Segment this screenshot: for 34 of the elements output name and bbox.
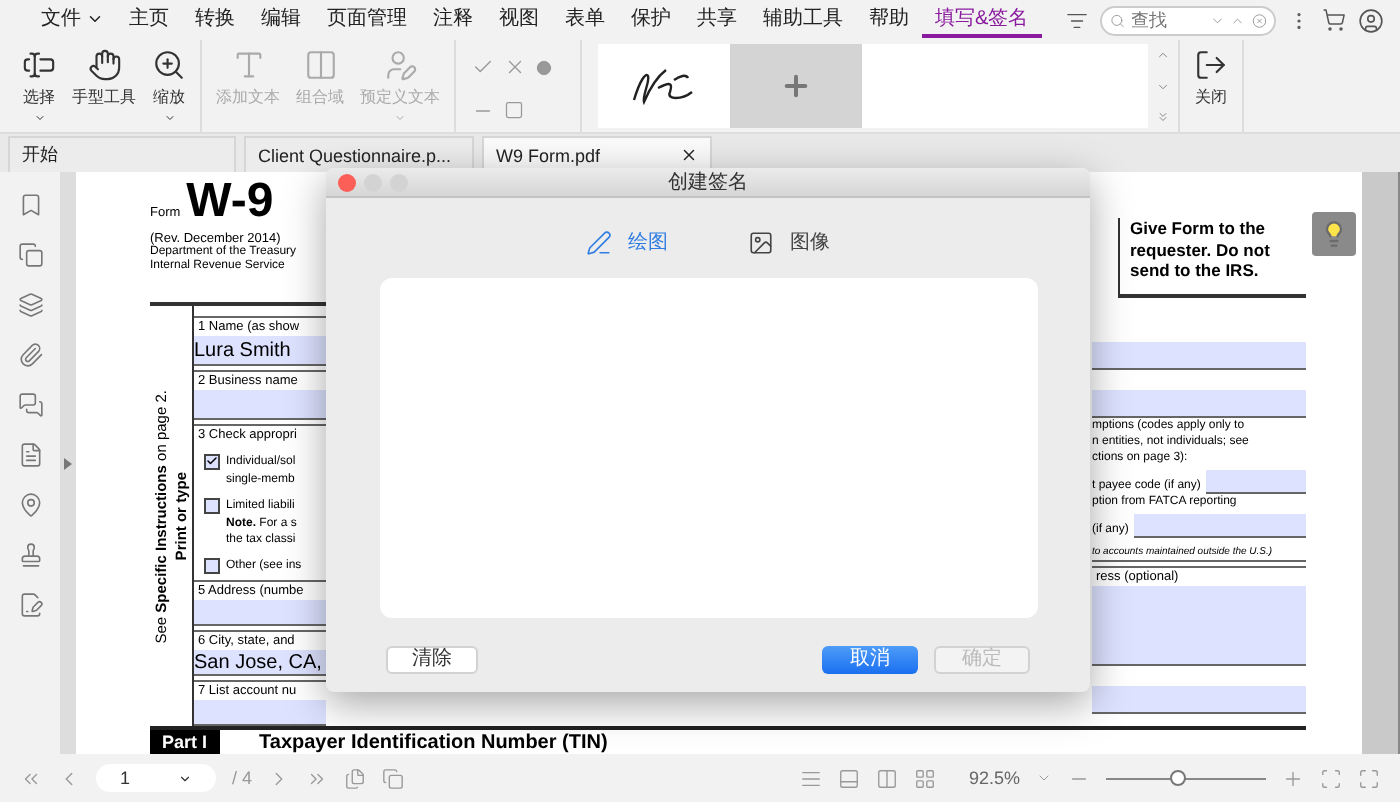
part-label: Part I bbox=[150, 730, 220, 754]
form-number: W-9 bbox=[186, 178, 274, 226]
menu-item[interactable]: 共享 bbox=[684, 2, 750, 38]
dialog-title: 创建签名 bbox=[668, 169, 748, 196]
instruction-text: Give Form to the requester. Do not send to the IRS. bbox=[1118, 218, 1306, 298]
dialog-button[interactable]: 取消 bbox=[822, 646, 918, 674]
menu-item[interactable]: 主页 bbox=[116, 2, 182, 38]
menu-item[interactable]: 辅助工具 bbox=[750, 2, 856, 38]
menu-item[interactable]: 页面管理 bbox=[314, 2, 420, 38]
menu-item[interactable]: 编辑 bbox=[248, 2, 314, 38]
form-field[interactable]: San Jose, CA, bbox=[194, 650, 326, 676]
search-input[interactable]: 查找 bbox=[1131, 10, 1203, 30]
document-tab[interactable]: 开始 bbox=[8, 136, 236, 172]
part-title: Taxpayer Identification Number (TIN) bbox=[259, 731, 608, 753]
tool-button[interactable]: 手型工具 bbox=[66, 44, 142, 112]
page-count: / 4 bbox=[232, 768, 253, 788]
form-field[interactable]: Lura Smith bbox=[194, 336, 326, 366]
menu-item[interactable]: 保护 bbox=[618, 2, 684, 38]
menu-item[interactable]: 注释 bbox=[420, 2, 486, 38]
menu-item[interactable]: 文件 bbox=[28, 2, 116, 38]
search-field[interactable]: 查找 bbox=[1100, 5, 1276, 35]
page-number-field[interactable]: 1 bbox=[96, 764, 216, 792]
mode-tab[interactable]: 绘图 bbox=[574, 226, 680, 258]
dialog-button[interactable]: 清除 bbox=[386, 646, 478, 674]
menu-item[interactable]: 视图 bbox=[486, 2, 552, 38]
menu-item[interactable]: 转换 bbox=[182, 2, 248, 38]
zoom-level[interactable]: 92.5% bbox=[968, 768, 1020, 788]
menu-item[interactable]: 表单 bbox=[552, 2, 618, 38]
menu-item[interactable]: 帮助 bbox=[856, 2, 922, 38]
mode-tab[interactable]: 图像 bbox=[736, 226, 842, 258]
close-button[interactable]: 关闭 bbox=[1188, 44, 1234, 112]
tool-button[interactable]: 选择 bbox=[16, 44, 62, 128]
tool-button[interactable]: 缩放 bbox=[146, 44, 192, 128]
document-tab[interactable]: Client Questionnaire.p... bbox=[244, 136, 474, 172]
